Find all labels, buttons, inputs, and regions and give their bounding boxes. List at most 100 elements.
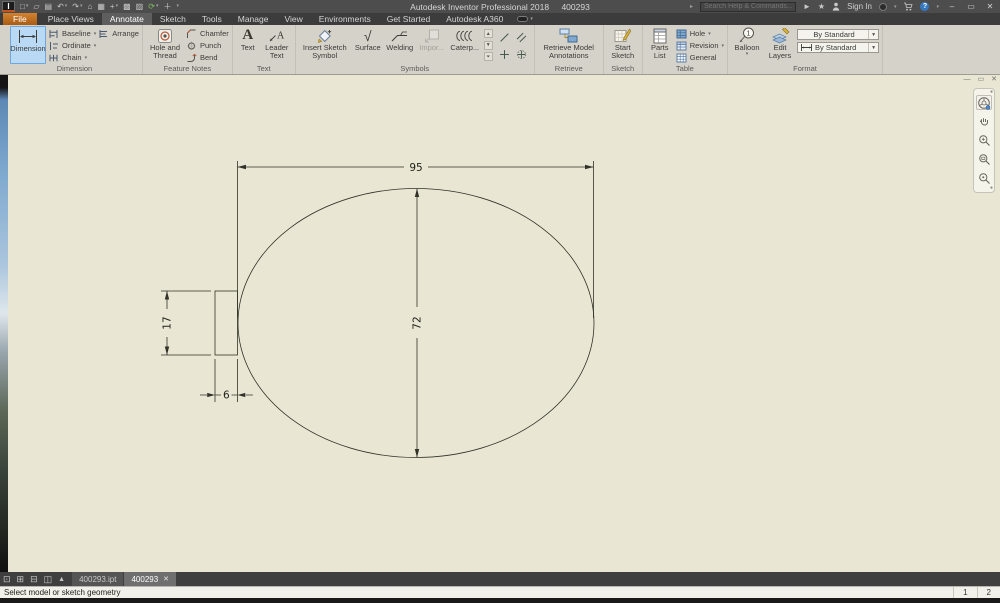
tile-vertical-icon[interactable]: ◫ [44,574,53,585]
a360-account-icon[interactable] [879,3,887,11]
qat-customize-button[interactable]: ▾ [176,2,179,11]
redo-button[interactable]: ↷▾ [72,2,82,11]
minimize-button[interactable]: – [946,2,958,11]
symbols-scroll-down-icon[interactable]: ▼ [484,41,493,50]
revision-table-dropdown-icon[interactable]: ▾ [722,43,725,49]
tab-view[interactable]: View [276,13,310,25]
a360-share-icon[interactable] [517,16,528,22]
tab-place-views[interactable]: Place Views [40,13,102,25]
status-page-1[interactable]: 1 [953,587,976,598]
general-table-button[interactable]: General [676,52,724,63]
status-page-2[interactable]: 2 [977,587,1000,598]
centerline-bisector-button[interactable] [515,30,529,44]
add-tool-button[interactable]: ＋ [163,2,171,11]
hole-table-button[interactable]: Hole ▾ [676,28,724,39]
dim-text-notch-width[interactable]: 6 [223,390,230,402]
welding-button[interactable]: Welding [385,26,415,64]
new-file-button[interactable]: □▾ [20,2,28,11]
center-mark-button[interactable] [498,47,512,61]
search-input[interactable] [700,2,796,12]
save-button[interactable]: ▤ [45,2,53,11]
drawing-canvas[interactable]: 95 72 17 6 — ▭ ✕ ● [0,75,1000,572]
zoom-selected-button[interactable] [976,171,992,186]
inventor-logo-icon[interactable]: I [2,1,15,12]
symbols-expand-icon[interactable]: ⏷ [484,52,493,61]
dim-text-width[interactable]: 95 [409,162,422,174]
revision-table-button[interactable]: Revision ▾ [676,40,724,51]
close-button[interactable]: ✕ [984,2,996,11]
dimension-button[interactable]: Dimension [10,26,46,64]
dim-text-height[interactable]: 72 [412,316,424,329]
doc-close-button[interactable]: ✕ [991,76,997,84]
panel-label-symbols[interactable]: Symbols [299,64,531,74]
search-expand-icon[interactable]: ▸ [690,3,693,10]
tile-horizontal-icon[interactable]: ⊟ [30,574,38,585]
home-button[interactable]: ⌂ [88,2,93,11]
restore-button[interactable]: ▭ [965,2,977,11]
panel-label-format[interactable]: Format [731,64,879,74]
tab-annotate[interactable]: Annotate [102,13,152,25]
punch-button[interactable]: Punch [186,40,229,51]
arrange-button[interactable]: Arrange [98,28,139,39]
help-dropdown-icon[interactable]: ▾ [936,4,939,10]
layer-select[interactable]: By Standard ▼ [797,42,879,53]
measure-button[interactable]: +▾ [110,2,118,11]
hole-and-thread-button[interactable]: Hole and Thread [146,26,184,64]
text-button[interactable]: A Text [236,26,260,64]
dimension-width[interactable] [238,161,594,318]
appearance-button[interactable]: ▨ [136,2,144,11]
panel-label-retrieve[interactable]: Retrieve [538,64,600,74]
tab-get-started[interactable]: Get Started [379,13,438,25]
chain-dropdown-icon[interactable]: ▾ [85,55,88,61]
app-store-cart-icon[interactable] [903,2,913,11]
doc-tab-drawing[interactable]: 400293 ✕ [124,572,176,586]
caterpillar-button[interactable]: Caterp... [449,26,481,64]
tab-tools[interactable]: Tools [194,13,230,25]
navbar-customize-bottom-icon[interactable]: ● [990,186,993,191]
hole-table-dropdown-icon[interactable]: ▾ [708,31,711,37]
a360-dropdown-icon[interactable]: ▾ [894,4,897,10]
zoom-button[interactable] [976,133,992,148]
balloon-button[interactable]: 1 Balloon ▾ [731,26,763,64]
parts-list-button[interactable]: Parts List [646,26,674,64]
pan-button[interactable] [976,114,992,129]
edit-layers-button[interactable]: Edit Layers [765,26,795,64]
tile-windows-icon[interactable]: ⊞ [17,574,25,585]
panel-label-table[interactable]: Table [646,64,724,74]
chain-button[interactable]: Chain ▾ [48,52,96,63]
navigation-wheel-button[interactable] [976,95,992,110]
favorites-star-icon[interactable]: ★ [818,2,825,11]
doc-restore-button[interactable]: ▭ [978,76,985,84]
notch-rectangle-geometry[interactable] [215,291,238,355]
panel-label-sketch[interactable]: Sketch [607,64,639,74]
centerline-button[interactable] [498,30,512,44]
retrieve-model-annotations-button[interactable]: Retrieve Model Annotations [538,26,600,64]
cascade-windows-icon[interactable]: ⊡ [3,574,11,585]
help-icon[interactable]: ? [920,2,929,11]
dim-text-notch-height[interactable]: 17 [162,316,174,329]
undo-button[interactable]: ↶▾ [57,2,67,11]
centered-pattern-button[interactable] [515,47,529,61]
surface-button[interactable]: √ Surface [353,26,383,64]
balloon-dropdown-icon[interactable]: ▾ [746,52,749,58]
symbols-scroll-up-icon[interactable]: ▲ [484,29,493,38]
start-sketch-button[interactable]: Start Sketch [607,26,639,64]
panel-label-feature-notes[interactable]: Feature Notes [146,64,229,74]
a360-share-dropdown-icon[interactable]: ▾ [530,16,533,22]
doc-tab-part[interactable]: 400293.ipt [72,572,123,586]
dimension-style-select[interactable]: By Standard ▼ [797,29,879,40]
panel-label-text[interactable]: Text [236,64,292,74]
expand-tabs-icon[interactable]: ▲ [58,576,65,583]
baseline-dropdown-icon[interactable]: ▾ [94,31,97,37]
insert-sketch-symbol-button[interactable]: Insert Sketch Symbol [299,26,351,64]
doc-tab-close-icon[interactable]: ✕ [163,575,169,583]
tab-file[interactable]: File [3,13,37,25]
bend-button[interactable]: Bend [186,52,229,63]
print-button[interactable]: ▦ [97,2,105,11]
leader-text-button[interactable]: A Leader Text [262,26,292,64]
send-icon[interactable]: ► [803,2,811,11]
open-button[interactable]: ▱ [33,2,39,11]
ordinate-button[interactable]: Ordinate ▾ [48,40,96,51]
baseline-button[interactable]: Baseline ▾ [48,28,96,39]
navbar-customize-top-icon[interactable]: ● [990,90,993,95]
